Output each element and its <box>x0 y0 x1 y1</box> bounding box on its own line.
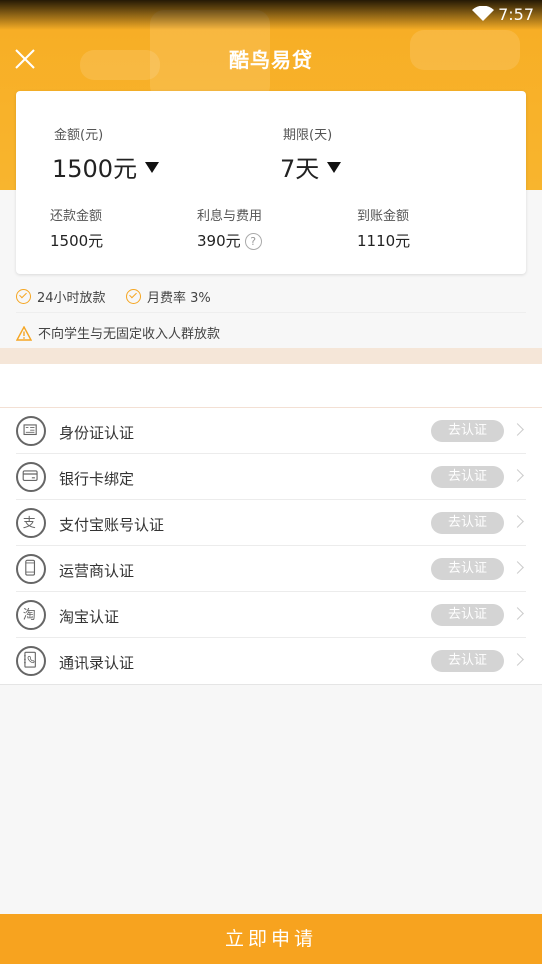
verify-button[interactable]: 去认证 <box>431 512 504 534</box>
page-title: 酷鸟易贷 <box>229 48 313 72</box>
status-time: 7:57 <box>498 5 534 24</box>
amount-label: 金额(元) <box>54 128 104 143</box>
divider <box>0 684 542 685</box>
notice: 不向学生与无固定收入人群放款 <box>15 323 221 342</box>
term-selector[interactable]: 7天 <box>280 149 342 184</box>
chevron-right-icon <box>511 653 524 666</box>
loan-summary-card: 金额(元) 1500元 期限(天) 7天 还款金额 1500元 利息与费用 39… <box>16 91 526 274</box>
verification-label: 运营商认证 <box>59 562 135 580</box>
section-separator <box>0 348 542 364</box>
dropdown-arrow-icon <box>327 162 342 173</box>
divider <box>16 312 526 313</box>
chevron-right-icon <box>511 561 524 574</box>
verification-row-contacts[interactable]: 通讯录认证 去认证 <box>0 638 542 684</box>
amount-selector[interactable]: 1500元 <box>52 149 160 184</box>
term-value: 7天 <box>280 155 320 183</box>
feature-label: 24小时放款 <box>37 291 106 306</box>
contacts-icon <box>16 646 46 676</box>
chevron-right-icon <box>511 515 524 528</box>
phone-icon <box>16 554 46 584</box>
verification-label: 通讯录认证 <box>59 654 135 672</box>
bank-card-icon <box>16 462 46 492</box>
warning-icon <box>15 325 33 341</box>
repay-value: 1500元 <box>50 232 104 250</box>
verification-list: 身份证认证 去认证 银行卡绑定 去认证 支 支付宝账号认证 去认证 运营商认证 … <box>0 407 542 684</box>
verification-row-carrier[interactable]: 运营商认证 去认证 <box>0 546 542 592</box>
taobao-icon: 淘 <box>16 600 46 630</box>
receive-value: 1110元 <box>357 232 411 250</box>
verification-row-id[interactable]: 身份证认证 去认证 <box>0 408 542 454</box>
check-circle-icon <box>126 289 141 304</box>
repay-label: 还款金额 <box>50 209 103 224</box>
verify-button[interactable]: 去认证 <box>431 420 504 442</box>
receive-label: 到账金额 <box>357 209 410 224</box>
notice-text: 不向学生与无固定收入人群放款 <box>38 327 221 342</box>
chevron-right-icon <box>511 607 524 620</box>
fee-value-wrap: 390元? <box>197 230 262 251</box>
id-card-icon <box>16 416 46 446</box>
check-circle-icon <box>16 289 31 304</box>
status-bar: 7:57 <box>0 0 542 30</box>
wifi-icon <box>472 6 494 21</box>
chevron-right-icon <box>511 423 524 436</box>
verify-button[interactable]: 去认证 <box>431 466 504 488</box>
verification-label: 身份证认证 <box>59 424 135 442</box>
apply-button[interactable]: 立即申请 <box>0 914 542 964</box>
verify-button[interactable]: 去认证 <box>431 650 504 672</box>
alipay-icon: 支 <box>16 508 46 538</box>
verification-row-bank[interactable]: 银行卡绑定 去认证 <box>0 454 542 500</box>
dropdown-arrow-icon <box>145 162 160 173</box>
verification-label: 银行卡绑定 <box>59 470 135 488</box>
amount-value: 1500元 <box>52 155 138 183</box>
verification-label: 淘宝认证 <box>59 608 120 626</box>
fee-value: 390元 <box>197 232 241 250</box>
feature-item: 24小时放款 <box>16 287 106 306</box>
help-icon[interactable]: ? <box>244 233 262 250</box>
svg-text:支: 支 <box>23 516 36 531</box>
verification-row-alipay[interactable]: 支 支付宝账号认证 去认证 <box>0 500 542 546</box>
feature-label: 月费率 3% <box>147 291 211 306</box>
chevron-right-icon <box>511 469 524 482</box>
svg-text:淘: 淘 <box>23 608 36 623</box>
term-label: 期限(天) <box>283 128 333 143</box>
fee-label: 利息与费用 <box>197 209 263 224</box>
spacer <box>0 364 542 407</box>
verify-button[interactable]: 去认证 <box>431 604 504 626</box>
verification-label: 支付宝账号认证 <box>59 516 165 534</box>
verification-row-taobao[interactable]: 淘 淘宝认证 去认证 <box>0 592 542 638</box>
feature-item: 月费率 3% <box>126 287 211 306</box>
verify-button[interactable]: 去认证 <box>431 558 504 580</box>
